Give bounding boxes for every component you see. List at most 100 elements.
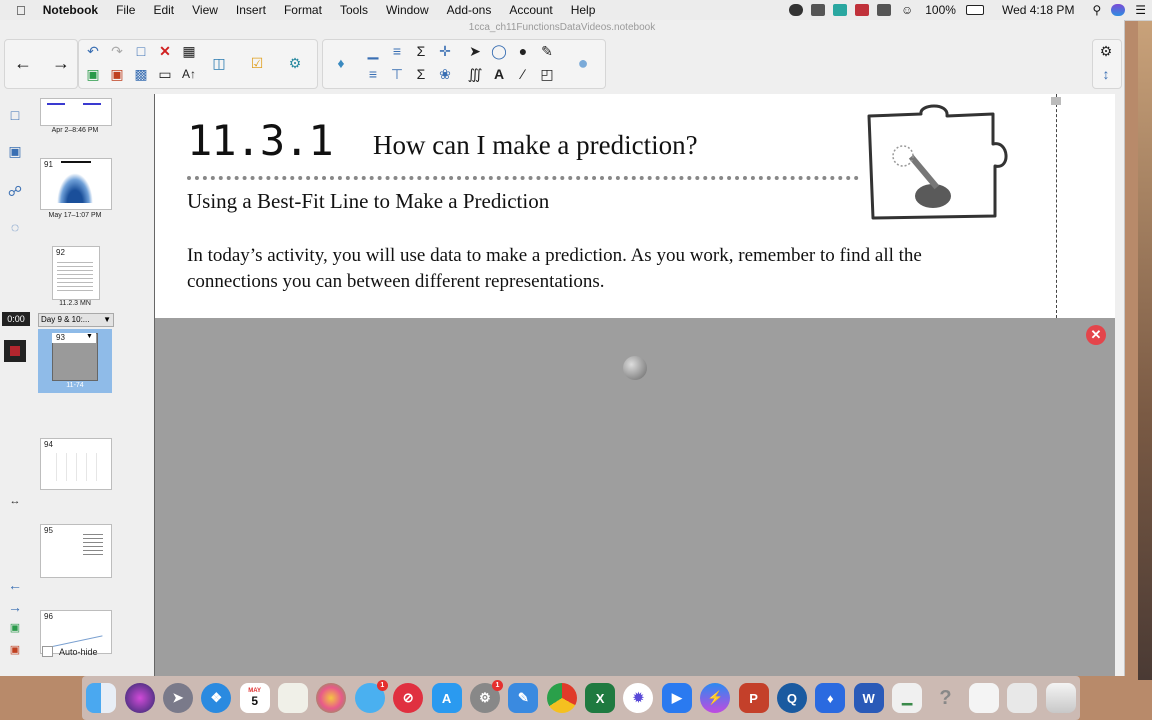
shapes-tool-icon[interactable]: ◯ [490, 42, 508, 60]
menu-insert[interactable]: Insert [227, 3, 275, 17]
magic-pen-icon[interactable]: ∭ [466, 65, 484, 83]
sidebar-delete-page-icon[interactable]: ▣ [4, 638, 26, 660]
app-store-icon[interactable]: A [431, 683, 462, 713]
menu-edit[interactable]: Edit [144, 3, 183, 17]
menu-file[interactable]: File [107, 3, 144, 17]
settings-gear-icon[interactable]: ⚙ [1097, 42, 1115, 60]
delete-page-icon[interactable]: ▣ [108, 65, 126, 83]
trash-icon[interactable] [1045, 683, 1076, 713]
excel-icon[interactable]: X [585, 683, 616, 713]
siri-icon[interactable] [1111, 4, 1126, 16]
adobe-status-icon[interactable] [854, 4, 869, 16]
thumbnail-menu-icon[interactable]: ▼ [86, 333, 93, 340]
previous-page-button[interactable]: ← [14, 53, 32, 73]
launchpad-icon[interactable]: ➤ [162, 683, 193, 713]
page-thumbnail[interactable]: 92 [52, 246, 100, 300]
gear-status-icon[interactable] [788, 4, 803, 16]
align-icon[interactable]: ≡ [388, 42, 406, 60]
menu-format[interactable]: Format [275, 3, 331, 17]
document-camera-icon[interactable]: ◫ [210, 54, 228, 72]
sidebar-add-page-icon[interactable]: ▣ [4, 616, 26, 638]
menu-add-ons[interactable]: Add-ons [438, 3, 501, 17]
auto-hide-option[interactable]: Auto-hide [42, 646, 98, 657]
selected-page-thumbnail[interactable]: 93 ▼ 11-74 [38, 329, 112, 393]
add-ons-icon[interactable]: ♦ [332, 54, 350, 72]
zoom-icon[interactable]: ▶ [661, 683, 692, 713]
page-menu-icon[interactable] [1051, 97, 1061, 105]
menu-help[interactable]: Help [562, 3, 605, 17]
menu-window[interactable]: Window [377, 3, 438, 17]
shape-recognition-icon[interactable]: ❀ [436, 65, 454, 83]
page-thumbnail[interactable] [40, 98, 112, 126]
chrome-icon[interactable] [546, 683, 577, 713]
maps-icon[interactable] [278, 683, 309, 713]
battery-icon[interactable] [965, 5, 984, 15]
next-page-button[interactable]: → [52, 53, 70, 73]
pen-tool-icon[interactable]: ✎ [538, 42, 556, 60]
photos-icon[interactable] [316, 683, 347, 713]
move-toolbar-icon[interactable]: ↕ [1097, 65, 1115, 83]
documents-folder-icon[interactable] [968, 683, 999, 713]
downloads-folder-icon[interactable] [1007, 683, 1038, 713]
sidebar-forward-icon[interactable]: → [4, 596, 26, 618]
notebook-app-icon[interactable]: ✎ [508, 683, 539, 713]
color-wheel-app-icon[interactable]: ✹ [623, 683, 654, 713]
powerpoint-icon[interactable]: P [738, 683, 769, 713]
font-size-icon[interactable]: A↑ [180, 65, 198, 83]
text-tool-icon[interactable]: ⊤ [388, 65, 406, 83]
messages-icon[interactable]: 1 [354, 680, 388, 713]
fill-tool-icon[interactable]: ● [514, 42, 532, 60]
math-tool-icon[interactable]: Σ [412, 65, 430, 83]
undo-icon[interactable]: ↶ [84, 42, 102, 60]
gallery-tab-icon[interactable]: ▣ [4, 140, 26, 162]
activity-builder-icon[interactable]: ⚙ [286, 54, 304, 72]
expand-sidebar-icon[interactable]: ↔ [4, 490, 26, 512]
save-icon[interactable]: ▩ [132, 65, 150, 83]
auto-hide-checkbox[interactable] [42, 646, 53, 657]
page-group-select[interactable]: Day 9 & 10:... ▼ [38, 313, 114, 327]
page-thumbnail[interactable]: 91 [40, 158, 112, 210]
delete-icon[interactable]: ✕ [156, 42, 174, 60]
page-sorter-tab-icon[interactable]: □ [4, 104, 26, 126]
display-icon[interactable]: ▭ [156, 65, 174, 83]
dropbox-icon[interactable]: ♦ [815, 683, 846, 713]
measure-icon[interactable]: ✛ [436, 42, 454, 60]
menu-tools[interactable]: Tools [331, 3, 377, 17]
numbers-icon[interactable]: ▁ [892, 683, 923, 713]
screen-status-icon[interactable] [876, 4, 891, 16]
attachments-tab-icon[interactable]: ☍ [4, 180, 26, 202]
screen-capture-icon[interactable]: □ [132, 42, 150, 60]
properties-tab-icon[interactable]: ◌ [4, 216, 26, 238]
apple-menu-icon[interactable]:  [0, 3, 34, 18]
word-icon[interactable]: W [853, 683, 884, 713]
properties-icon[interactable]: ● [574, 53, 592, 73]
close-icon[interactable]: ✕ [1086, 325, 1106, 345]
battery-percent[interactable]: 100% [925, 3, 956, 17]
dropbox-status-icon[interactable] [810, 4, 825, 16]
help-icon[interactable]: ? [930, 683, 960, 713]
app-menu[interactable]: Notebook [34, 3, 107, 17]
table-icon[interactable]: ▦ [180, 42, 198, 60]
spotlight-search-icon[interactable]: ⚲ [1092, 3, 1101, 17]
response-icon[interactable]: ☑ [248, 54, 266, 72]
add-page-icon[interactable]: ▣ [84, 65, 102, 83]
menu-account[interactable]: Account [500, 3, 561, 17]
quicktime-icon[interactable]: Q [776, 683, 807, 713]
distribute-icon[interactable]: ≡ [364, 65, 382, 83]
messenger-icon[interactable]: ⚡ [700, 683, 731, 713]
line-tool-icon[interactable]: ∕ [514, 65, 532, 83]
news-icon[interactable]: ⊘ [393, 683, 424, 713]
siri-dock-icon[interactable] [124, 683, 155, 713]
app-status-icon[interactable] [832, 4, 847, 16]
redo-icon[interactable]: ↷ [108, 42, 126, 60]
menu-view[interactable]: View [183, 3, 227, 17]
clock[interactable]: Wed 4:18 PM [1002, 3, 1074, 17]
calendar-icon[interactable]: MAY 5 [239, 683, 270, 713]
sidebar-back-icon[interactable]: ← [4, 574, 26, 596]
page-thumbnail[interactable]: 94 [40, 438, 112, 490]
page-thumbnail[interactable]: 95 [40, 524, 112, 578]
finder-icon[interactable] [86, 683, 117, 713]
select-tool-icon[interactable]: ➤ [466, 42, 484, 60]
notification-center-icon[interactable]: ☰ [1135, 3, 1146, 17]
sum-icon[interactable]: Σ [412, 42, 430, 60]
